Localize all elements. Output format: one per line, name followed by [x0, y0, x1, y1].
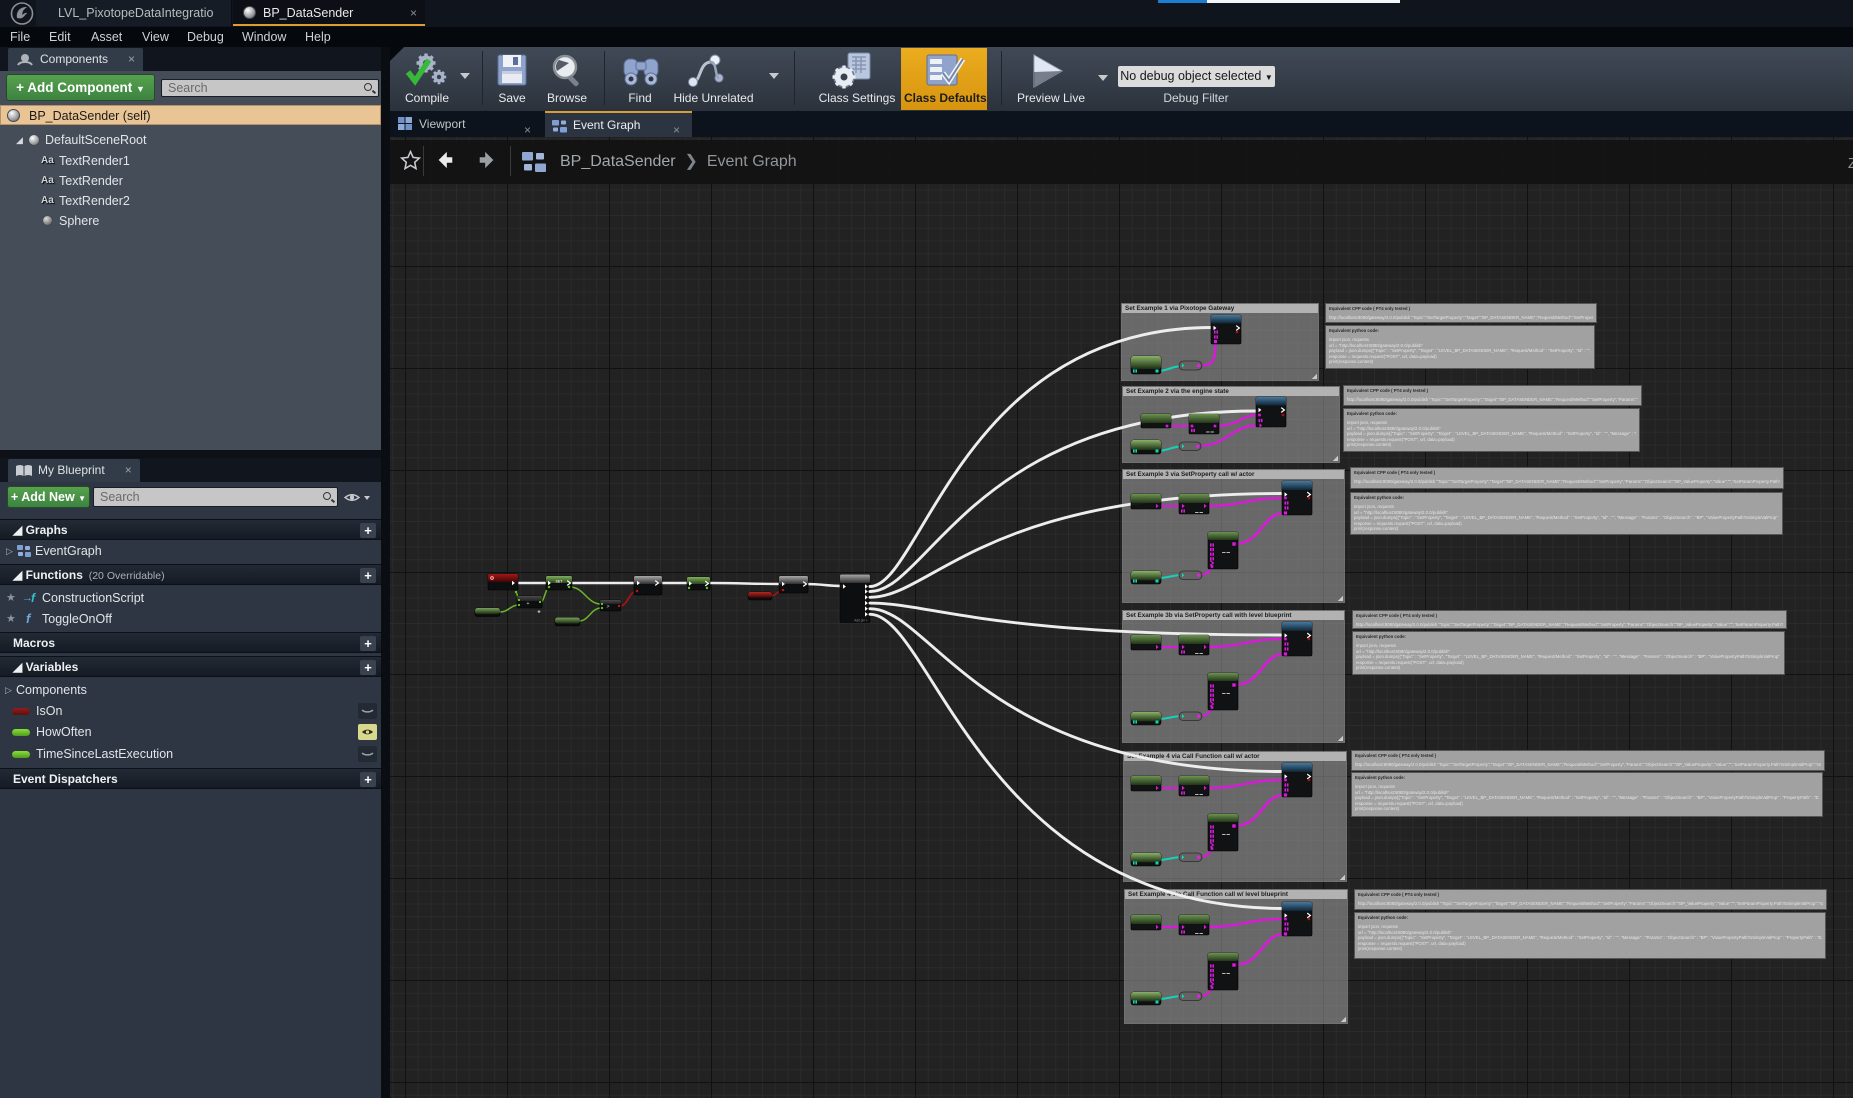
svg-text:▬ ▬: ▬ ▬	[1195, 792, 1203, 796]
svg-text:▬ ▬: ▬ ▬	[1222, 691, 1230, 695]
svg-text:+: +	[527, 601, 530, 607]
svg-text:Add pin +: Add pin +	[854, 619, 868, 623]
svg-text:▬ ▬: ▬ ▬	[1222, 550, 1230, 554]
svg-text:SET: SET	[556, 580, 564, 584]
svg-text:▬ ▬: ▬ ▬	[1222, 971, 1230, 975]
svg-text:▬ ▬: ▬ ▬	[1195, 510, 1203, 514]
svg-text:▬ ▬: ▬ ▬	[1195, 931, 1203, 935]
svg-text:▬ ▬: ▬ ▬	[1206, 430, 1214, 434]
svg-text:+: +	[537, 610, 540, 616]
svg-text:>: >	[607, 604, 610, 610]
svg-text:▬ ▬: ▬ ▬	[1222, 832, 1230, 836]
svg-text:▬ ▬: ▬ ▬	[1195, 651, 1203, 655]
